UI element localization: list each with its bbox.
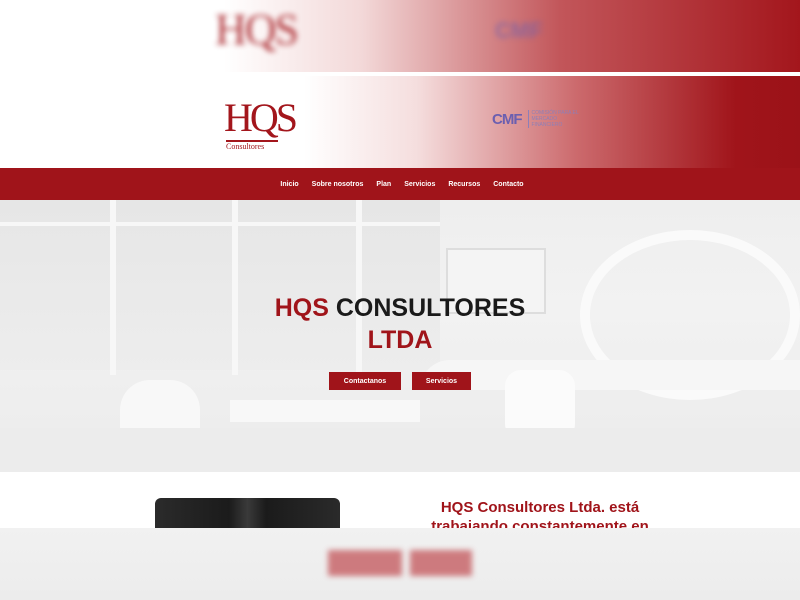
office-floor	[0, 428, 800, 472]
cmf-text: Comisión para el Mercado Financiero	[527, 110, 580, 128]
nav-item-recursos[interactable]: Recursos	[448, 181, 480, 188]
hero-buttons: Contactanos Servicios	[0, 372, 800, 390]
blurred-button	[410, 550, 472, 576]
window-frame	[0, 222, 440, 226]
nav-item-contacto[interactable]: Contacto	[493, 181, 523, 188]
hero-title-line2: LTDA	[367, 326, 433, 354]
logo-text: HQS	[224, 95, 298, 140]
blurred-logo: HQS	[215, 5, 299, 54]
contactanos-button[interactable]: Contactanos	[329, 372, 401, 390]
cmf-mark: CMF	[492, 110, 522, 128]
nav-item-servicios[interactable]: Servicios	[404, 181, 435, 188]
hero-section: HQS CONSULTORES LTDA Contactanos Servici…	[0, 200, 800, 472]
nav-item-sobre-nosotros[interactable]: Sobre nosotros	[312, 181, 364, 188]
blurred-button	[328, 550, 402, 576]
hero-title: HQS CONSULTORES LTDA	[0, 292, 800, 356]
main-nav: Inicio Sobre nosotros Plan Servicios Rec…	[0, 168, 800, 200]
nav-item-inicio[interactable]: Inicio	[280, 181, 298, 188]
nav-item-plan[interactable]: Plan	[376, 181, 391, 188]
hero-title-accent: HQS	[274, 294, 329, 322]
hqs-logo[interactable]: HQS Consultores	[224, 98, 324, 154]
logo-subtitle: Consultores	[226, 142, 265, 151]
blurred-footer-overlay	[0, 528, 800, 600]
office-table	[230, 400, 420, 422]
blurred-cmf-logo: CMF	[495, 18, 543, 43]
site-header: HQS Consultores CMF Comisión para el Mer…	[0, 76, 800, 168]
hero-title-rest: CONSULTORES	[335, 294, 526, 322]
cmf-logo[interactable]: CMF Comisión para el Mercado Financiero	[492, 110, 580, 128]
servicios-button[interactable]: Servicios	[412, 372, 471, 390]
blurred-header-overlay: HQS CMF	[0, 0, 800, 72]
